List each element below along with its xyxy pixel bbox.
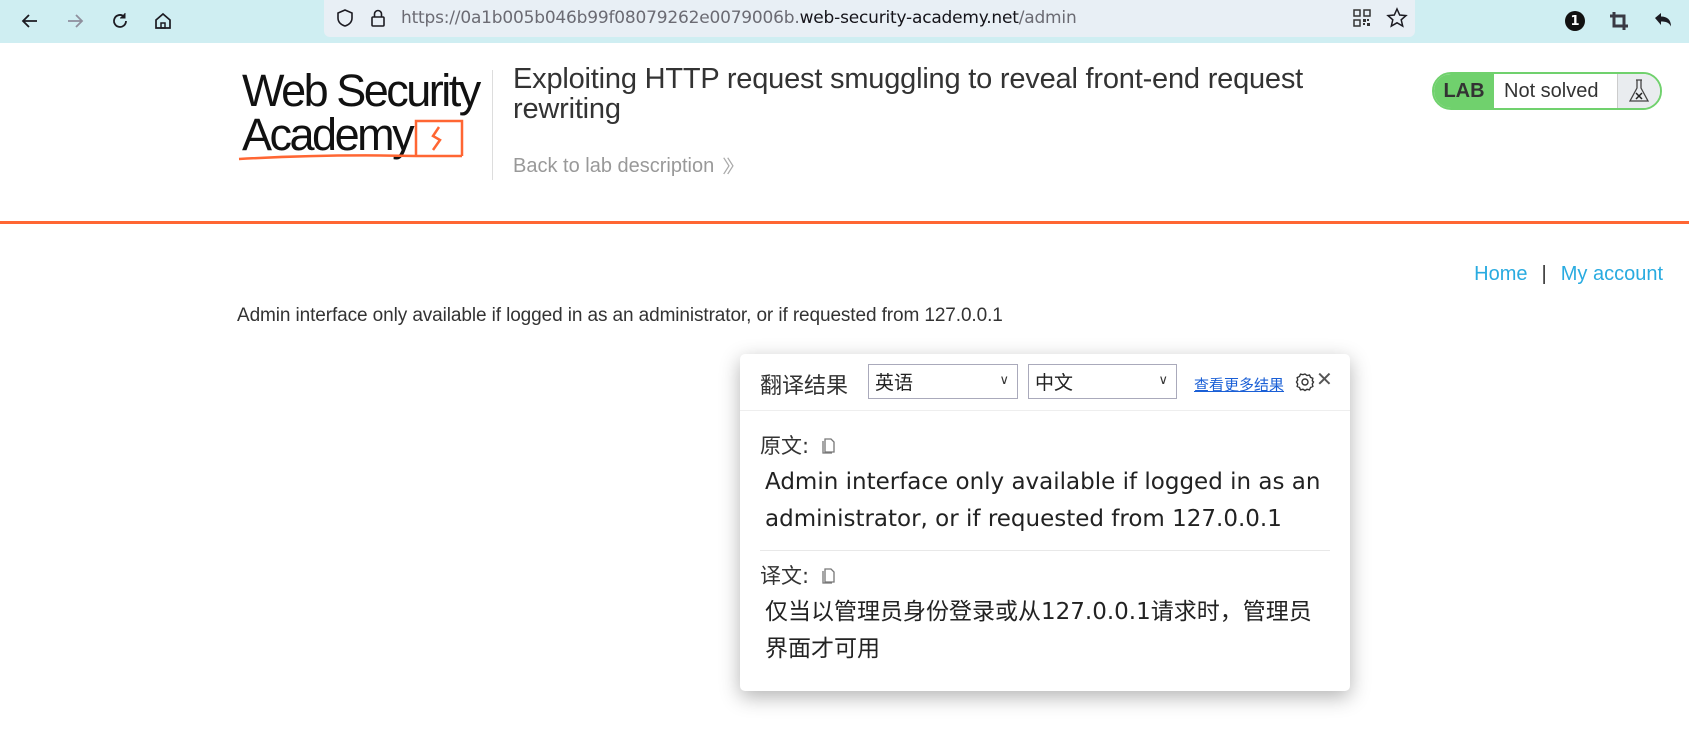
lab-status-text: Not solved [1504,79,1599,102]
double-chevron-icon: 〉〉 [722,157,744,177]
url-subdomain: https://0a1b005b046b99f08079262e0079006b… [401,8,800,28]
header-divider [492,70,493,180]
source-language-value: 英语 [875,372,914,394]
back-to-lab-description-link[interactable]: Back to lab description 〉〉 [513,153,744,179]
copy-translation-icon[interactable] [821,566,837,584]
nav-my-account-link[interactable]: My account [1561,263,1663,286]
close-icon[interactable]: ✕ [1316,369,1333,389]
section-divider [760,550,1330,551]
lab-status-badge: LAB Not solved [1432,72,1662,110]
back-button[interactable] [15,6,45,36]
forward-icon [68,14,84,28]
web-security-academy-logo[interactable]: Web Security Academy [238,65,490,164]
back-link-label: Back to lab description [513,154,715,177]
source-label: 原文: [760,434,810,458]
lab-label: LAB [1434,74,1494,108]
source-language-select[interactable]: 英语 ∨ [868,364,1018,399]
translation-popup: 翻译结果 英语 ∨ 中文 ∨ 查看更多结果 ✕ 原文: Admin interf… [740,354,1350,691]
home-icon [155,12,171,29]
crop-icon [1610,12,1628,30]
target-label: 译文: [760,564,810,588]
target-language-select[interactable]: 中文 ∨ [1028,364,1177,399]
bookmark-star-icon[interactable] [1384,5,1410,31]
top-nav: Home | My account [1474,263,1663,286]
logo-line2: Academy [242,109,415,160]
target-section-label: 译文: [760,560,837,590]
admin-interface-message: Admin interface only available if logged… [237,305,1003,326]
source-text: Admin interface only available if logged… [765,469,1321,532]
more-results-link[interactable]: 查看更多结果 [1194,374,1284,395]
lock-icon[interactable] [365,5,391,31]
undo-button[interactable] [1648,6,1678,36]
url-text[interactable]: https://0a1b005b046b99f08079262e0079006b… [401,8,1077,28]
header-orange-rule [0,221,1689,224]
home-button[interactable] [148,6,178,36]
reload-button[interactable] [105,6,135,36]
forward-button[interactable] [60,6,90,36]
source-section-label: 原文: [760,430,837,460]
browser-toolbar: https://0a1b005b046b99f08079262e0079006b… [0,0,1689,43]
url-host: web-security-academy.net [799,8,1019,28]
lab-title: Exploiting HTTP request smuggling to rev… [513,63,1304,125]
flask-icon [1617,74,1660,108]
back-icon [21,14,37,28]
shield-icon[interactable] [332,5,358,31]
url-bar[interactable]: https://0a1b005b046b99f08079262e0079006b… [324,0,1415,37]
target-language-value: 中文 [1035,372,1074,394]
chevron-down-icon: ∨ [999,373,1009,388]
chevron-down-icon: ∨ [1158,373,1168,388]
nav-home-link[interactable]: Home [1474,263,1527,286]
popup-title: 翻译结果 [760,374,849,399]
popup-header: 翻译结果 英语 ∨ 中文 ∨ 查看更多结果 ✕ [740,354,1350,411]
nav-separator: | [1541,263,1547,285]
url-path: /admin [1018,8,1077,28]
copy-source-icon[interactable] [821,436,837,454]
crop-button[interactable] [1604,6,1634,36]
undo-icon [1655,13,1671,27]
qr-code-icon[interactable] [1349,5,1375,31]
gear-icon[interactable] [1294,371,1316,393]
extension-badge-icon: 1 [1565,11,1585,31]
extension-badge-button[interactable]: 1 [1560,6,1590,36]
reload-icon [113,13,127,28]
translated-text: 仅当以管理员身份登录或从127.0.0.1请求时，管理员界面才可用 [765,599,1312,662]
